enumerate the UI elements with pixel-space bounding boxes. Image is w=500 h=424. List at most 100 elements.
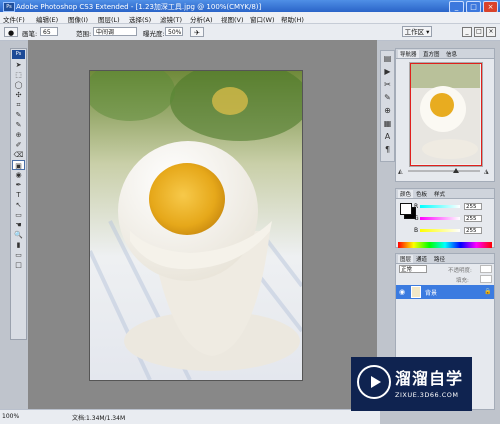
- tab-color[interactable]: 颜色: [398, 190, 414, 198]
- navigator-zoom-slider[interactable]: ◭ ◮: [396, 167, 494, 175]
- opacity-field[interactable]: [480, 265, 492, 273]
- doc-close-button[interactable]: ×: [486, 27, 496, 37]
- channel-g-value[interactable]: 255: [464, 215, 482, 222]
- tab-layers[interactable]: 图层: [398, 255, 414, 263]
- channel-r-label: R: [414, 203, 419, 210]
- channel-b-label: B: [414, 227, 419, 234]
- quick-mask-toggle[interactable]: ▭: [12, 250, 25, 260]
- hand-tool[interactable]: ☚: [12, 220, 25, 230]
- menu-window[interactable]: 窗口(W): [250, 14, 275, 24]
- zoom-tool[interactable]: 🔍: [12, 230, 25, 240]
- color-spectrum[interactable]: [398, 242, 492, 248]
- paragraph-icon[interactable]: ¶: [382, 144, 393, 155]
- layer-row-background[interactable]: ◉ 背景 🔒: [396, 285, 494, 299]
- channel-r-slider[interactable]: [420, 205, 460, 208]
- tab-histogram[interactable]: 直方图: [423, 50, 440, 58]
- pen-tool[interactable]: ✒: [12, 180, 25, 190]
- exposure-label: 曝光度:: [143, 30, 165, 38]
- fill-field[interactable]: [480, 275, 492, 283]
- channel-g-label: G: [414, 215, 419, 222]
- character-icon[interactable]: A: [382, 131, 393, 142]
- window-title: Adobe Photoshop CS3 Extended - [1.23加深工具…: [16, 3, 262, 11]
- doc-size[interactable]: 文档:1.34M/1.34M: [72, 413, 125, 422]
- foreground-color-swatch[interactable]: [400, 203, 412, 215]
- channel-b-slider[interactable]: [420, 229, 460, 232]
- egg-photo: [90, 71, 302, 380]
- doc-restore-button[interactable]: □: [474, 27, 484, 37]
- move-tool[interactable]: ➤: [12, 60, 25, 70]
- zoom-slider-graphic: ◭ ◮: [398, 168, 489, 175]
- gradient-tool[interactable]: ◉: [12, 170, 25, 180]
- shape-tool[interactable]: ▭: [12, 210, 25, 220]
- zoom-level[interactable]: 100%: [2, 413, 19, 420]
- stamp-tool[interactable]: ✐: [12, 140, 25, 150]
- photoshop-icon: Ps: [3, 2, 15, 12]
- color-panel: 颜色 色板 样式 R 255 G 255 B 255: [395, 188, 495, 248]
- status-bar: 100% 文档:1.34M/1.34M: [0, 409, 380, 424]
- lasso-tool[interactable]: ◯: [12, 80, 25, 90]
- brushes-icon[interactable]: ✎: [382, 92, 393, 103]
- crop-tool[interactable]: ⌗: [12, 100, 25, 110]
- tab-paths[interactable]: 路径: [434, 255, 445, 263]
- eraser-tool[interactable]: ⌫: [12, 150, 25, 160]
- foreground-background-colors[interactable]: ▮: [12, 240, 25, 250]
- menu-image[interactable]: 图像(I): [68, 14, 88, 24]
- range-label: 范围:: [76, 30, 92, 38]
- healing-tool[interactable]: ✎: [12, 120, 25, 130]
- view-area-box[interactable]: [410, 63, 482, 166]
- toolbox: Ps ➤ ⬚ ◯ ✣ ⌗ ✎ ✎ ⊕ ✐ ⌫ ▣ ◉ ✒ T ↖ ▭ ☚ 🔍 ▮…: [10, 48, 27, 340]
- clone-source-icon[interactable]: ⊕: [382, 105, 393, 116]
- channel-r-value[interactable]: 255: [464, 203, 482, 210]
- fill-label: 填充:: [456, 278, 469, 284]
- tool-presets-icon[interactable]: ✂: [382, 79, 393, 90]
- navigator-thumbnail[interactable]: [409, 62, 483, 167]
- opacity-label: 不透明度:: [448, 268, 472, 274]
- marquee-tool[interactable]: ⬚: [12, 70, 25, 80]
- airbrush-icon[interactable]: ✈: [190, 27, 204, 37]
- menu-analysis[interactable]: 分析(A): [190, 14, 213, 24]
- panel-dock: ▤ ▶ ✂ ✎ ⊕ ▦ A ¶: [380, 50, 395, 162]
- brush-label: 画笔:: [22, 30, 38, 38]
- type-tool[interactable]: T: [12, 190, 25, 200]
- workspace-button[interactable]: 工作区 ▾: [402, 26, 432, 37]
- actions-icon[interactable]: ▶: [382, 66, 393, 77]
- range-select[interactable]: 中间调: [93, 27, 137, 36]
- toolbox-logo: Ps: [12, 50, 25, 59]
- channel-g-slider[interactable]: [420, 217, 460, 220]
- channel-b-value[interactable]: 255: [464, 227, 482, 234]
- blend-mode-select[interactable]: 正常: [399, 265, 427, 273]
- title-bar: Ps Adobe Photoshop CS3 Extended - [1.23加…: [0, 0, 500, 13]
- tab-styles[interactable]: 样式: [434, 190, 445, 198]
- menu-help[interactable]: 帮助(H): [281, 14, 304, 24]
- menu-edit[interactable]: 编辑(E): [36, 14, 58, 24]
- burn-tool[interactable]: ▣: [12, 160, 25, 170]
- exposure-field[interactable]: 50%: [165, 27, 183, 36]
- doc-minimize-button[interactable]: _: [462, 27, 472, 37]
- path-selection-tool[interactable]: ↖: [12, 200, 25, 210]
- slice-tool[interactable]: ✎: [12, 110, 25, 120]
- screen-mode-toggle[interactable]: □: [12, 260, 25, 270]
- svg-text:◭: ◭: [398, 168, 403, 174]
- lock-icon: 🔒: [484, 288, 492, 295]
- history-icon[interactable]: ▤: [382, 53, 393, 64]
- menu-filter[interactable]: 滤镜(T): [160, 14, 182, 24]
- tab-info[interactable]: 信息: [446, 50, 457, 58]
- brush-tool[interactable]: ⊕: [12, 130, 25, 140]
- navigator-panel: 导航器 直方图 信息 ◭ ◮: [395, 48, 495, 182]
- tool-preset-picker[interactable]: ●: [4, 27, 18, 37]
- tab-channels[interactable]: 通道: [416, 255, 427, 263]
- brush-size-picker[interactable]: 65: [40, 27, 58, 36]
- menu-file[interactable]: 文件(F): [3, 14, 25, 24]
- eye-icon[interactable]: ◉: [399, 288, 405, 296]
- tab-swatches[interactable]: 色板: [416, 190, 427, 198]
- watermark-badge: 溜溜自学 ZIXUE.3D66.COM: [351, 357, 472, 411]
- magic-wand-tool[interactable]: ✣: [12, 90, 25, 100]
- menu-select[interactable]: 选择(S): [129, 14, 151, 24]
- tab-navigator[interactable]: 导航器: [398, 50, 419, 58]
- document-image[interactable]: [89, 70, 303, 381]
- menu-view[interactable]: 视图(V): [221, 14, 244, 24]
- play-logo-icon: [357, 365, 391, 399]
- watermark-url: ZIXUE.3D66.COM: [395, 391, 459, 399]
- menu-layer[interactable]: 图层(L): [98, 14, 120, 24]
- layer-comps-icon[interactable]: ▦: [382, 118, 393, 129]
